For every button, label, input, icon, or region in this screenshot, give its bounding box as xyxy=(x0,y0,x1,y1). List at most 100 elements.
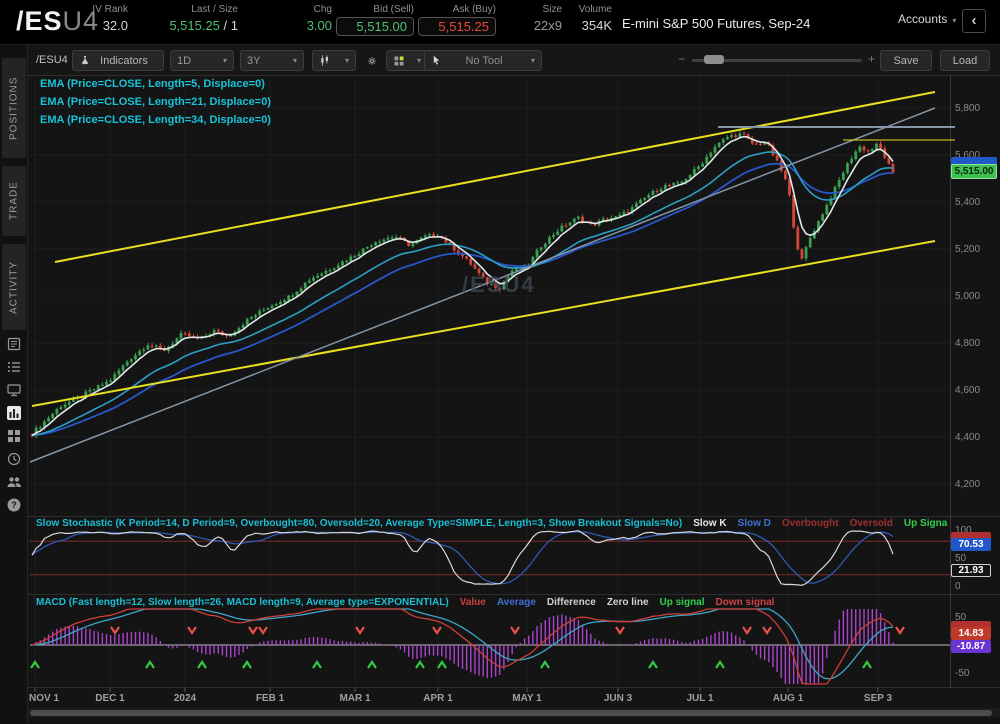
left-sidebar: POSITIONS TRADE ACTIVITY ? xyxy=(0,45,28,724)
svg-text:SEP 3: SEP 3 xyxy=(864,693,893,704)
svg-text:2024: 2024 xyxy=(174,693,197,704)
iv-rank-field: IV Rank 32.0 xyxy=(60,4,128,33)
layout-dropdown[interactable]: ▾ xyxy=(386,50,428,71)
bid-button[interactable]: 5,515.00 xyxy=(336,17,414,36)
down-signal-icon xyxy=(742,626,752,635)
drawing-tool-dropdown[interactable]: No Tool ▾ xyxy=(424,50,542,71)
size-field: Size 22x9 xyxy=(520,4,562,33)
sidebar-item-watchlist[interactable] xyxy=(6,359,22,375)
stochastic-legend[interactable]: Slow Stochastic (K Period=14, D Period=9… xyxy=(36,518,948,531)
sidebar-item-chart-active[interactable] xyxy=(6,405,22,421)
macd-value-badge: 14.83 xyxy=(951,627,991,640)
range-dropdown[interactable]: 3Y ▾ xyxy=(240,50,304,71)
up-signal-icon xyxy=(145,660,155,669)
sidebar-item-news[interactable] xyxy=(6,336,22,352)
chart-settings-button[interactable] xyxy=(360,50,384,71)
clock-icon xyxy=(7,452,21,466)
flask-icon xyxy=(82,56,88,65)
svg-text:-50: -50 xyxy=(955,668,970,679)
sidebar-tab-activity[interactable]: ACTIVITY xyxy=(2,244,26,330)
stochastic-study-label[interactable]: Slow Stochastic (K Period=14, D Period=9… xyxy=(36,518,682,529)
collapse-panel-button[interactable]: ‹ xyxy=(962,9,986,33)
down-signal-icon xyxy=(187,626,197,635)
timeframe-dropdown[interactable]: 1D ▾ xyxy=(170,50,234,71)
chevron-down-icon: ▾ xyxy=(952,16,957,25)
load-button[interactable]: Load xyxy=(940,50,990,71)
svg-text:5,000: 5,000 xyxy=(955,291,980,302)
up-signal-icon xyxy=(415,660,425,669)
sidebar-tab-trade[interactable]: TRADE xyxy=(2,166,26,236)
toolbar-symbol-tab[interactable]: /ESU4 xyxy=(36,54,68,66)
zoom-slider-thumb[interactable] xyxy=(704,55,724,64)
chevron-down-icon: ▾ xyxy=(222,56,227,65)
chevron-down-icon: ▾ xyxy=(530,56,535,65)
monitor-icon xyxy=(7,384,21,397)
layout-grid-icon xyxy=(394,56,404,65)
svg-text:5,400: 5,400 xyxy=(955,197,980,208)
macd-legend[interactable]: MACD (Fast length=12, Slow length=26, MA… xyxy=(36,597,948,610)
indicators-button[interactable]: Indicators xyxy=(72,50,164,71)
cursor-icon xyxy=(433,55,440,65)
size-label: Size xyxy=(542,4,562,15)
sidebar-item-apps[interactable] xyxy=(6,428,22,444)
accounts-dropdown[interactable]: Accounts ▾ xyxy=(898,12,956,26)
svg-text:JUN 3: JUN 3 xyxy=(604,693,633,704)
svg-text:0: 0 xyxy=(955,581,961,592)
bid-field: Bid (Sell) 5,515.00 xyxy=(336,4,414,36)
ema34-study-label[interactable]: EMA (Price=CLOSE, Length=34, Displace=0) xyxy=(40,114,271,126)
volume-label: Volume xyxy=(578,4,612,15)
iv-rank-label: IV Rank xyxy=(92,4,128,15)
news-icon xyxy=(7,337,21,351)
iv-rank-value: 32.0 xyxy=(102,18,128,33)
gear-icon xyxy=(368,56,376,65)
sidebar-item-help[interactable]: ? xyxy=(6,497,22,513)
grid-icon xyxy=(8,430,20,442)
down-signal-icon xyxy=(895,626,905,635)
svg-text:DEC 1: DEC 1 xyxy=(95,693,125,704)
stochastic-plot xyxy=(30,530,950,586)
ask-label: Ask (Buy) xyxy=(452,4,496,15)
svg-text:?: ? xyxy=(11,500,17,510)
chart-canvas[interactable]: 5,8005,6005,4005,2005,0004,8004,6004,400… xyxy=(28,75,1000,724)
sidebar-tab-positions[interactable]: POSITIONS xyxy=(2,58,26,158)
chart-type-dropdown[interactable]: ▾ xyxy=(312,50,356,71)
chart-toolbar: /ESU4 Indicators 1D ▾ 3Y ▾ ▾ ▾ No Tool ▾ −… xyxy=(28,45,1000,75)
svg-text:50: 50 xyxy=(955,553,967,564)
ema21-study-label[interactable]: EMA (Price=CLOSE, Length=21, Displace=0) xyxy=(40,96,271,108)
svg-text:4,600: 4,600 xyxy=(955,385,980,396)
down-signal-icon xyxy=(355,626,365,635)
up-signal-icon xyxy=(312,660,322,669)
list-icon xyxy=(8,362,20,372)
sidebar-item-monitor[interactable] xyxy=(6,382,22,398)
down-signal-icon xyxy=(615,626,625,635)
svg-text:5,800: 5,800 xyxy=(955,103,980,114)
chart-scrollbar-thumb[interactable] xyxy=(30,710,992,716)
macd-plot xyxy=(30,608,950,685)
sidebar-item-share[interactable] xyxy=(6,474,22,490)
chg-label: Chg xyxy=(313,4,332,15)
up-signal-icon xyxy=(367,660,377,669)
zoom-out-icon[interactable]: − xyxy=(678,52,685,66)
svg-text:AUG 1: AUG 1 xyxy=(773,693,804,704)
last-size-label: Last / Size xyxy=(191,4,238,15)
svg-text:4,200: 4,200 xyxy=(955,479,980,490)
chg-field: Chg 3.00 xyxy=(286,4,332,33)
zoom-in-icon[interactable]: + xyxy=(868,52,875,66)
svg-text:4,400: 4,400 xyxy=(955,432,980,443)
svg-text:4,800: 4,800 xyxy=(955,338,980,349)
ema5-study-label[interactable]: EMA (Price=CLOSE, Length=5, Displace=0) xyxy=(40,78,265,90)
help-icon: ? xyxy=(7,498,21,512)
sidebar-item-history[interactable] xyxy=(6,451,22,467)
save-button[interactable]: Save xyxy=(880,50,932,71)
ask-button[interactable]: 5,515.25 xyxy=(418,17,496,36)
symbol-root: /ES xyxy=(16,6,63,36)
x-axis-labels: NOV 1 DEC 1 2024 FEB 1 MAR 1 APR 1 MAY 1 JUN 3 J… xyxy=(29,688,893,704)
chevron-down-icon: ▾ xyxy=(292,56,297,65)
svg-text:5,200: 5,200 xyxy=(955,244,980,255)
macd-study-label[interactable]: MACD (Fast length=12, Slow length=26, MA… xyxy=(36,597,449,608)
down-signal-icon xyxy=(110,626,120,635)
slow-k-badge: 21.93 xyxy=(951,564,991,577)
last-size-field: Last / Size 5,515.25 / 1 xyxy=(130,4,238,33)
svg-text:APR 1: APR 1 xyxy=(423,693,453,704)
svg-text:JUL 1: JUL 1 xyxy=(686,693,713,704)
